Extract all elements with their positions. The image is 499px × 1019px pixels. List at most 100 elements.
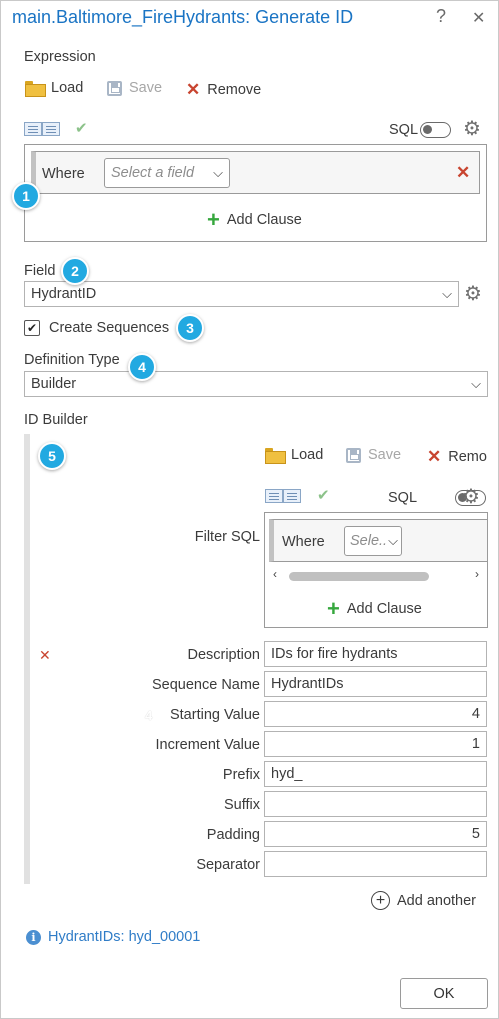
plus-icon: + (207, 207, 220, 232)
outdent-icon[interactable] (265, 489, 283, 503)
callout-badge-3: 3 (176, 314, 204, 342)
delete-clause-icon[interactable]: ✕ (456, 163, 470, 183)
gear-icon[interactable]: ⚙ (463, 119, 481, 139)
sql-toggle[interactable] (420, 122, 451, 138)
help-button[interactable]: ? (436, 6, 446, 27)
field-gear-icon[interactable]: ⚙ (464, 284, 482, 304)
expression-load-button[interactable]: Load (25, 80, 84, 97)
ok-button[interactable]: OK (400, 978, 488, 1009)
idb-validate-check-icon[interactable]: ✔ (317, 486, 330, 504)
where-label: Where (42, 166, 85, 182)
starting-value-input[interactable]: 4 (264, 701, 487, 727)
save-disk-icon (346, 447, 361, 463)
padding-label: Padding (206, 827, 260, 843)
chevron-down-icon: ⌵ (213, 165, 223, 180)
scroll-right-icon[interactable]: › (475, 567, 479, 581)
suffix-label: Suffix (223, 797, 260, 813)
idb-load-label: Load (291, 447, 324, 463)
idb-save-button[interactable]: Save (346, 447, 401, 463)
validate-check-icon[interactable]: ✔ (75, 119, 88, 137)
expression-save-button[interactable]: Save (107, 80, 162, 96)
idb-load-button[interactable]: Load (265, 447, 324, 464)
id-builder-group-bar (24, 434, 30, 884)
expression-load-label: Load (51, 80, 84, 96)
scroll-thumb[interactable] (289, 572, 429, 581)
horizontal-scrollbar[interactable]: ‹ › (269, 567, 487, 583)
callout-badge-1: 1 (12, 182, 40, 210)
checkmark-icon: ✔ (24, 320, 40, 336)
idb-save-label: Save (368, 447, 402, 463)
indent-buttons (24, 122, 60, 136)
info-icon: i (26, 929, 41, 945)
field-select-placeholder: Select a field (111, 165, 195, 181)
expression-label: Expression (24, 49, 96, 65)
separator-label: Separator (196, 857, 260, 873)
callout-badge-5: 5 (38, 442, 66, 470)
sequence-name-input[interactable]: HydrantIDs (264, 671, 487, 697)
id-preview: i HydrantIDs: hyd_00001 (26, 929, 200, 945)
idb-sql-label: SQL (388, 490, 418, 506)
increment-value-label: Increment Value (155, 737, 260, 753)
save-disk-icon (107, 80, 122, 96)
create-sequences-label: Create Sequences (49, 320, 170, 336)
folder-icon (265, 448, 286, 464)
idb-remove-label: Remo (448, 449, 487, 465)
chevron-down-icon: ⌵ (388, 533, 398, 548)
id-preview-text: HydrantIDs: hyd_00001 (48, 929, 201, 945)
filter-sql-label: Filter SQL (194, 529, 260, 545)
folder-icon (25, 81, 46, 97)
close-button[interactable]: ✕ (472, 8, 485, 28)
id-builder-label: ID Builder (24, 412, 88, 428)
idb-indent-buttons (265, 489, 301, 503)
idb-field-select[interactable]: Sele.. ⌵ (344, 526, 402, 556)
suffix-input[interactable] (264, 791, 487, 817)
filter-sql-panel: Where Sele.. ⌵ ‹ › + Add Clause (264, 512, 488, 628)
chevron-down-icon: ⌵ (442, 286, 452, 301)
expression-clause-panel: Where Select a field ⌵ ✕ + Add Clause (24, 144, 487, 242)
create-sequences-checkbox[interactable]: ✔ Create Sequences (24, 320, 169, 336)
add-circle-icon: + (371, 891, 390, 910)
indent-icon[interactable] (283, 489, 301, 503)
padding-input[interactable]: 5 (264, 821, 487, 847)
add-another-label: Add another (397, 892, 477, 909)
idb-where-label: Where (282, 534, 325, 550)
idb-clause-row: Where Sele.. ⌵ (269, 519, 487, 562)
dialog-title: main.Baltimore_FireHydrants: Generate ID (12, 7, 354, 27)
add-another-button[interactable]: + Add another (371, 891, 476, 910)
description-input[interactable]: IDs for fire hydrants (264, 641, 487, 667)
field-dropdown-value: HydrantID (31, 286, 97, 302)
idb-add-clause-button[interactable]: + Add Clause (327, 598, 422, 620)
idb-gear-icon[interactable]: ⚙ (462, 487, 480, 507)
idb-remove-button[interactable]: ✕ Remo (427, 447, 487, 467)
indent-icon[interactable] (42, 122, 60, 136)
add-clause-label: Add Clause (226, 212, 302, 228)
definition-type-label: Definition Type (24, 352, 120, 368)
increment-value-input[interactable]: 1 (264, 731, 487, 757)
definition-type-value: Builder (31, 376, 77, 392)
field-dropdown[interactable]: HydrantID ⌵ (24, 281, 459, 307)
clause-row: Where Select a field ⌵ ✕ (31, 151, 480, 194)
idb-add-clause-label: Add Clause (346, 601, 422, 617)
starting-value-label: Starting Value (169, 707, 260, 723)
expression-remove-button[interactable]: ✕ Remove (186, 80, 261, 100)
remove-x-icon: ✕ (427, 447, 442, 466)
definition-type-dropdown[interactable]: Builder ⌵ (24, 371, 488, 397)
prefix-label: Prefix (222, 767, 260, 783)
outdent-icon[interactable] (24, 122, 42, 136)
callout-badge-4: 4 (128, 353, 156, 381)
sequence-name-label: Sequence Name (151, 677, 260, 693)
sql-toggle-label: SQL (389, 122, 419, 138)
description-label: Description (187, 647, 260, 663)
add-clause-button[interactable]: + Add Clause (207, 207, 302, 232)
separator-input[interactable] (264, 851, 487, 877)
callout-badge-2: 2 (61, 257, 89, 285)
delete-builder-row-icon[interactable]: ✕ (39, 647, 51, 664)
expression-remove-label: Remove (207, 82, 262, 98)
field-select[interactable]: Select a field ⌵ (104, 158, 230, 188)
remove-x-icon: ✕ (186, 80, 201, 99)
prefix-input[interactable]: hyd_ (264, 761, 487, 787)
field-label: Field (24, 263, 56, 279)
expression-save-label: Save (129, 80, 163, 96)
scroll-left-icon[interactable]: ‹ (273, 567, 277, 581)
chevron-down-icon: ⌵ (471, 376, 481, 391)
